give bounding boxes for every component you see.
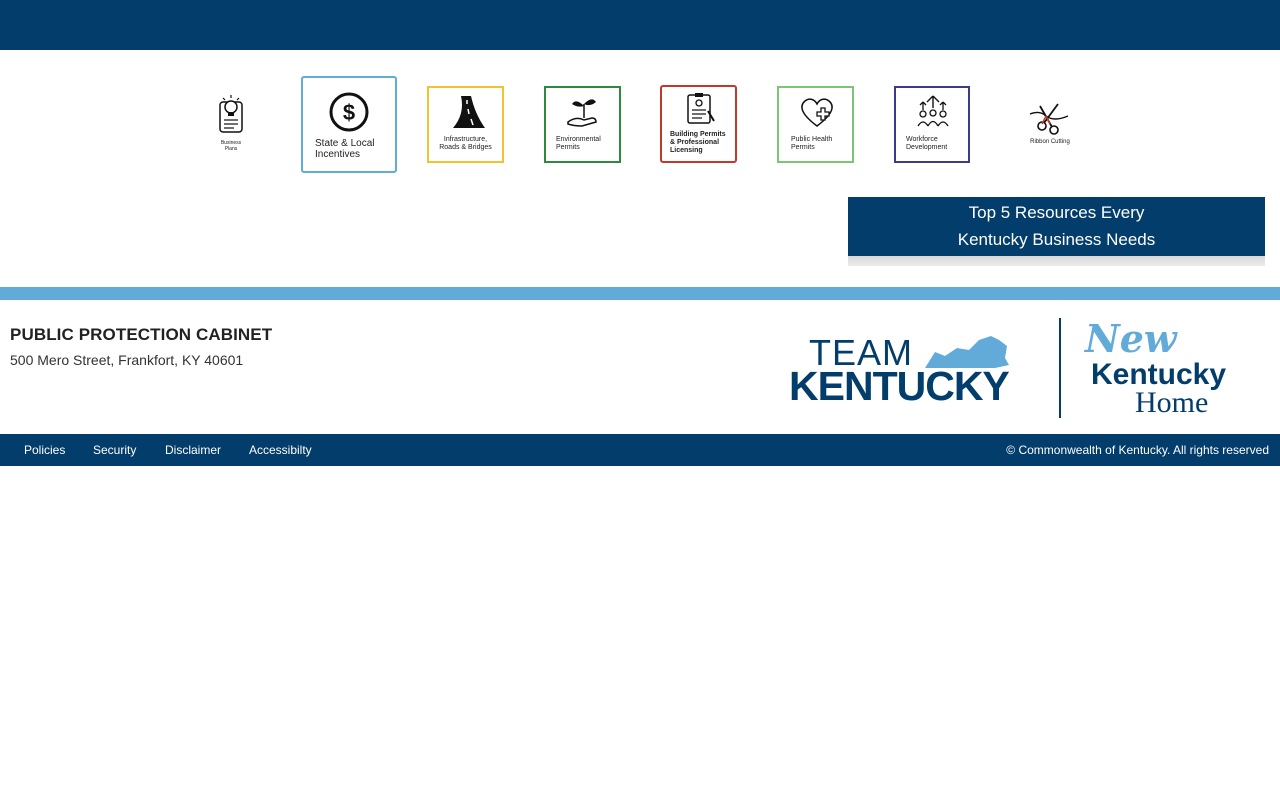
tile-label: Building Permits & Professional Licensin… <box>670 131 726 154</box>
tile-public-health-permits[interactable]: Public Health Permits <box>777 86 854 163</box>
people-arrows-icon <box>917 95 949 127</box>
lightbulb-document-icon <box>219 95 243 133</box>
footer-bar: Policies Security Disclaimer Accessibilt… <box>0 434 1280 466</box>
svg-text:$: $ <box>343 100 355 125</box>
plant-hand-icon <box>567 99 597 127</box>
tile-label: Environmental Permits <box>556 136 601 151</box>
organization-info: PUBLIC PROTECTION CABINET 500 Mero Stree… <box>10 325 272 368</box>
dollar-coin-icon: $ <box>329 92 369 132</box>
tile-workforce-development[interactable]: Workforce Development <box>894 86 970 163</box>
checklist-icon <box>687 93 715 124</box>
tile-business-plans[interactable]: Business Plans <box>206 90 256 155</box>
tile-infrastructure[interactable]: Infrastructure, Roads & Bridges <box>427 86 504 163</box>
footer-link-security[interactable]: Security <box>93 443 136 457</box>
tile-label: Public Health Permits <box>791 136 833 151</box>
tile-label: Business Plans <box>220 140 242 152</box>
team-kentucky-logo[interactable]: TEAM KENTUCKY New Kentucky Home <box>785 310 1260 422</box>
tile-building-permits[interactable]: Building Permits & Professional Licensin… <box>660 85 737 163</box>
footer-copyright: © Commonwealth of Kentucky. All rights r… <box>1006 443 1269 457</box>
scissors-ribbon-icon <box>1029 103 1069 135</box>
tile-label: State & Local Incentives <box>315 138 375 160</box>
organization-name: PUBLIC PROTECTION CABINET <box>10 325 273 344</box>
callout-line-1: Top 5 Resources Every <box>968 203 1145 222</box>
heart-cross-icon <box>801 98 833 127</box>
footer-link-disclaimer[interactable]: Disclaimer <box>165 443 221 457</box>
footer-link-policies[interactable]: Policies <box>24 443 65 457</box>
tile-state-local-incentives[interactable]: $ State & Local Incentives <box>301 76 397 173</box>
resource-tiles: Business Plans $ State & Local Incentive… <box>0 50 1280 200</box>
organization-address: 500 Mero Street, Frankfort, KY 40601 <box>10 352 244 368</box>
tile-label: Workforce Development <box>906 136 948 151</box>
top-resources-callout[interactable]: Top 5 Resources Every Kentucky Business … <box>848 197 1265 256</box>
footer-accent-band <box>0 287 1280 300</box>
logo-home-text: Home <box>1135 386 1208 419</box>
callout-line-2: Kentucky Business Needs <box>957 230 1156 249</box>
logo-new-text: New <box>1084 316 1178 361</box>
tile-label: Infrastructure, Roads & Bridges <box>439 136 492 151</box>
footer-link-accessibility[interactable]: Accessibilty <box>249 443 312 457</box>
road-icon <box>453 96 485 128</box>
tile-environmental-permits[interactable]: Environmental Permits <box>544 86 621 163</box>
tile-label: Ribbon Cutting <box>1030 139 1070 145</box>
logo-kentucky-text: KENTUCKY <box>789 363 1009 409</box>
top-header-bar <box>0 0 1280 50</box>
callout-shadow <box>848 256 1265 266</box>
tile-ribbon-cutting[interactable]: Ribbon Cutting <box>1020 90 1080 155</box>
